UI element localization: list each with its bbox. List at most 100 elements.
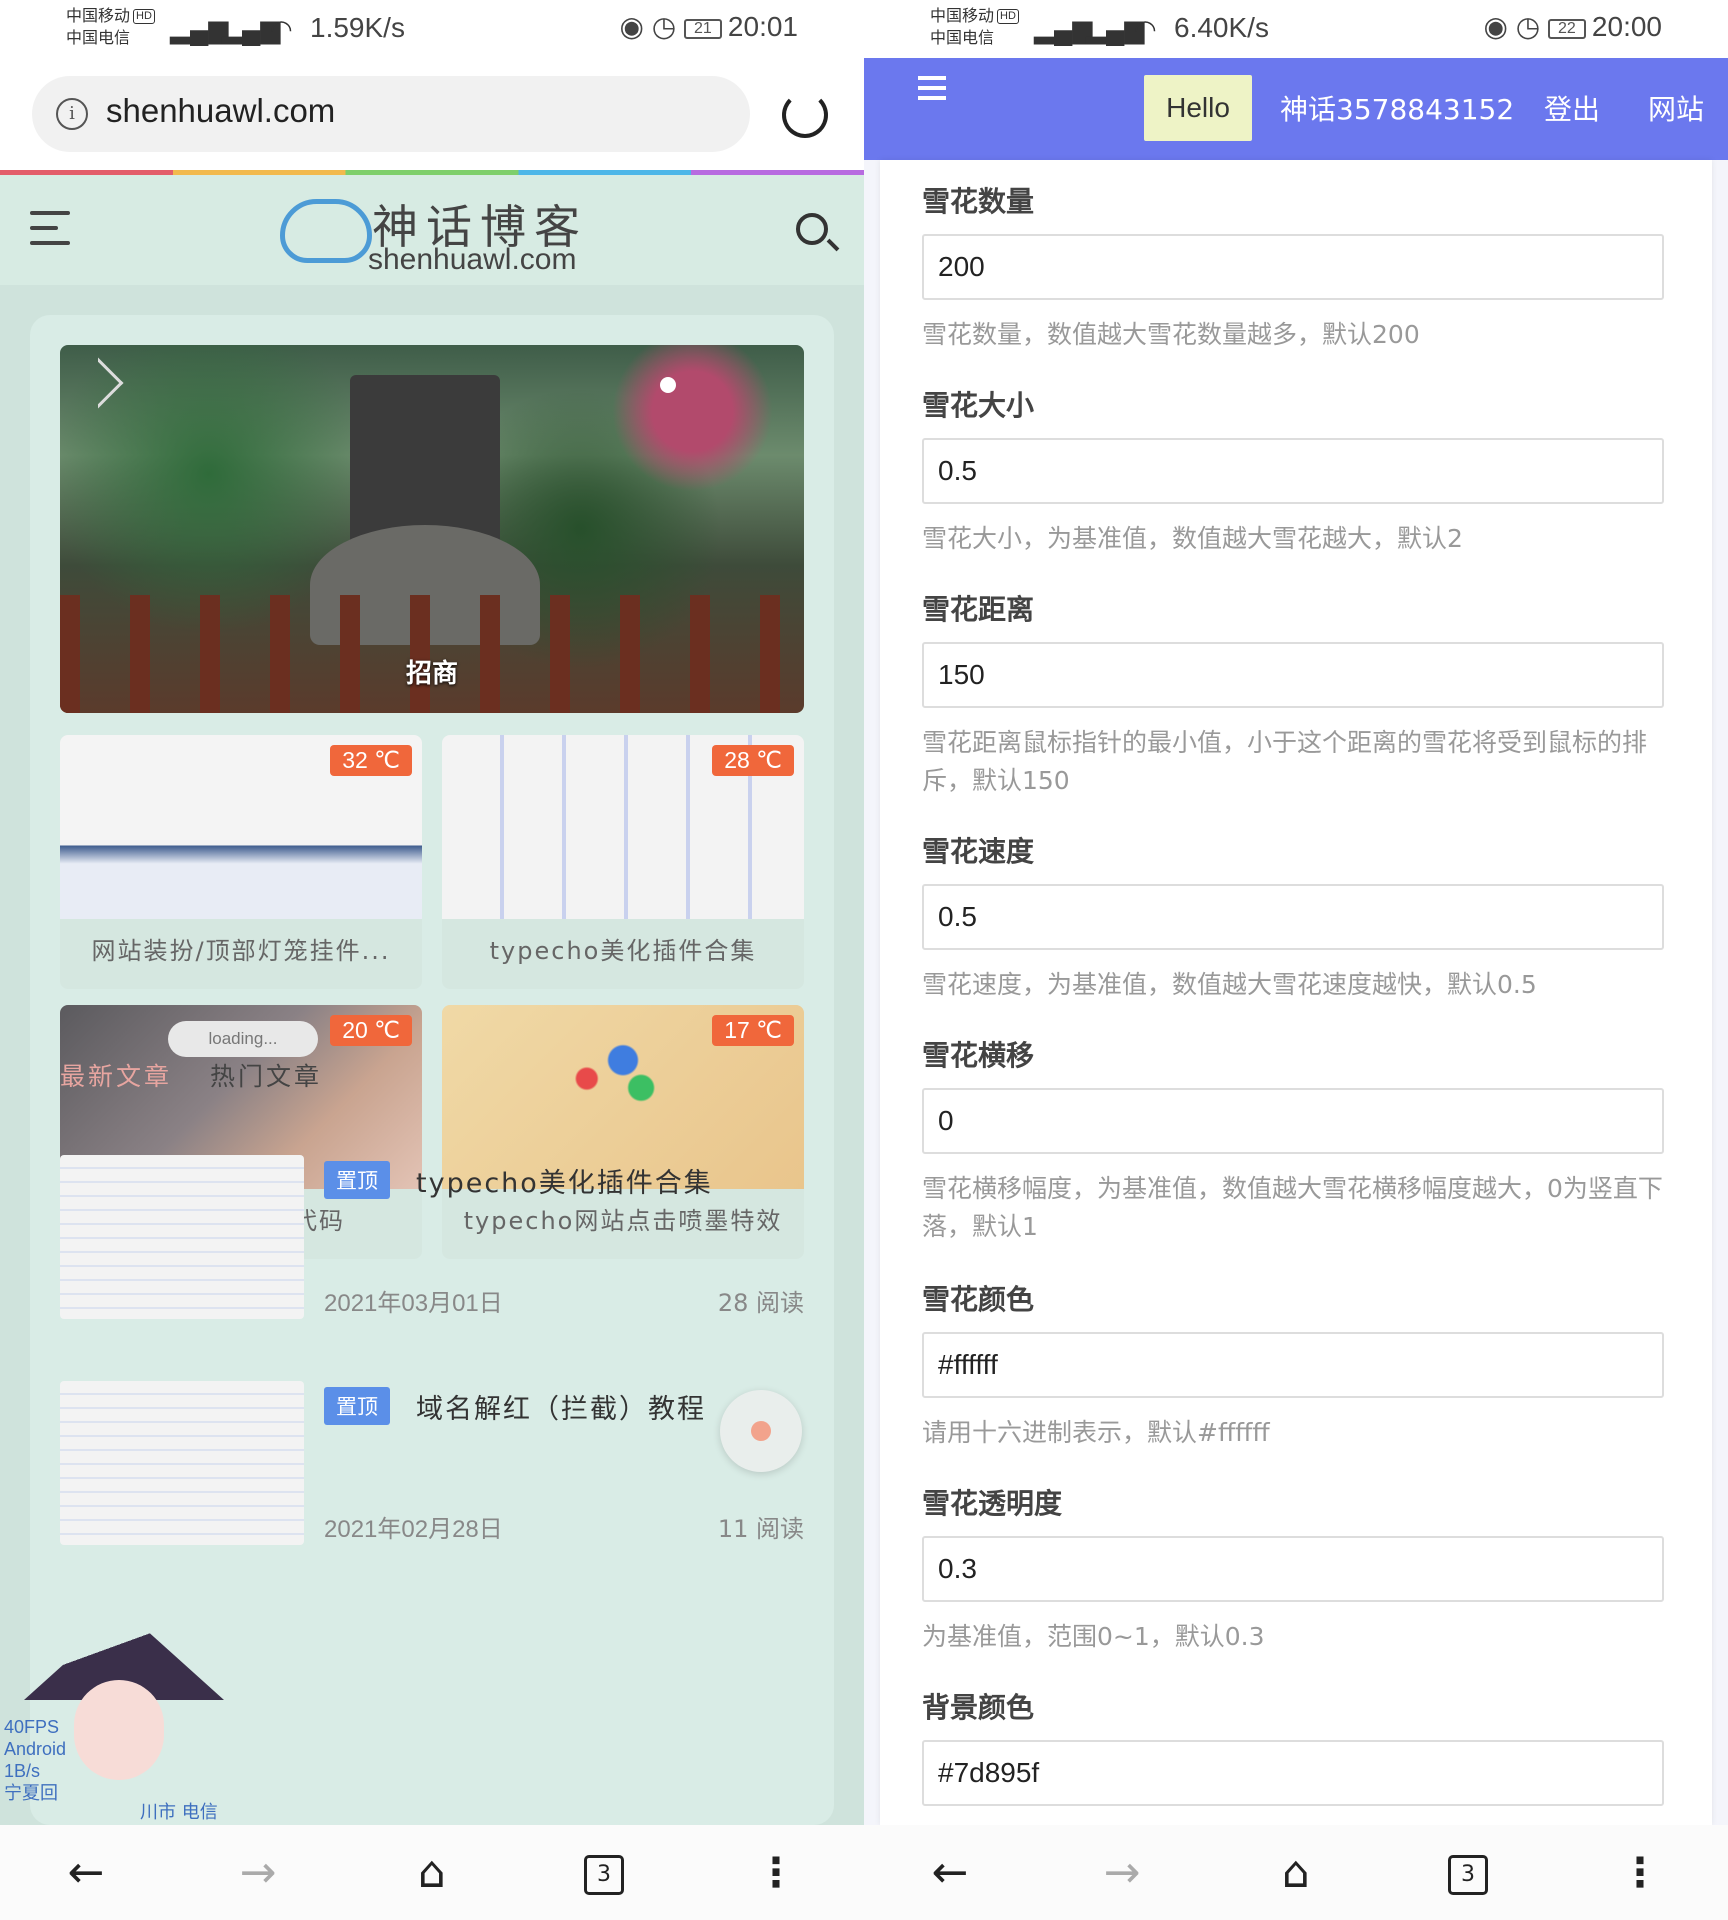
alarm-icon: ◷: [651, 11, 677, 42]
menu-icon[interactable]: [30, 211, 70, 256]
left-screenshot: 中国移动 HD 中国电信 ▂▄▆ ▂▄▆ ◠ 1.59K/s ◉ ◷ 21 20:0…: [0, 0, 864, 1920]
post-item[interactable]: 置顶 域名解红（拦截）教程 2021年02月28日 11 阅读: [60, 1381, 804, 1551]
user-link[interactable]: 神话3578843152: [1280, 88, 1514, 128]
post-date: 2021年03月01日: [324, 1290, 503, 1317]
snow-distance-input[interactable]: 150: [922, 642, 1664, 708]
background-color-input[interactable]: #7d895f: [922, 1740, 1664, 1806]
status-icons: ◉ ◷ 22 20:00: [1483, 10, 1662, 43]
field-help: 雪花速度，为基准值，数值越大雪花速度越快，默认0.5: [922, 970, 1537, 999]
content-card: 招商 32 ℃ 网站装扮/顶部灯笼挂件... 28 ℃ typecho美化插件合…: [30, 315, 834, 1825]
home-icon[interactable]: ⌂: [408, 1851, 456, 1899]
feature-tile[interactable]: 28 ℃ typecho美化插件合集: [442, 735, 804, 989]
hd-badge: HD: [133, 9, 155, 25]
floating-button[interactable]: [720, 1390, 802, 1472]
browser-nav: ← → ⌂ 3 ⋮: [0, 1825, 864, 1920]
carrier-1: 中国移动: [66, 8, 131, 25]
home-icon[interactable]: ⌂: [1272, 1851, 1320, 1899]
address-bar[interactable]: i shenhuawl.com: [32, 76, 750, 152]
temp-badge: 20 ℃: [330, 1015, 412, 1046]
field-label: 雪花横移: [922, 1039, 1035, 1072]
snow-speed-input[interactable]: 0.5: [922, 884, 1664, 950]
temp-badge: 32 ℃: [330, 745, 412, 776]
browser-nav: ← → ⌂ 3 ⋮: [864, 1825, 1728, 1920]
field-label: 雪花透明度: [922, 1487, 1063, 1520]
field-help: 为基准值，范围0~1，默认0.3: [922, 1622, 1265, 1651]
back-icon[interactable]: ←: [62, 1851, 110, 1899]
post-item[interactable]: 置顶 typecho美化插件合集 2021年03月01日 28 阅读: [60, 1155, 804, 1325]
banner-slide[interactable]: 招商: [60, 345, 804, 713]
wifi-icon: ◠: [270, 14, 293, 44]
logo-domain: shenhuawl.com: [368, 243, 577, 276]
visitor-info: 40FPS Android 1B/s 宁夏回: [4, 1716, 66, 1804]
field-label: 雪花大小: [922, 389, 1035, 422]
hello-button[interactable]: Hello: [1144, 75, 1252, 141]
eye-icon: ◉: [619, 11, 644, 42]
post-title[interactable]: 域名解红（拦截）教程: [416, 1387, 706, 1426]
more-icon[interactable]: ⋮: [1616, 1851, 1664, 1899]
net-speed: 6.40K/s: [1174, 12, 1269, 43]
post-thumb[interactable]: [60, 1155, 304, 1319]
post-date: 2021年02月28日: [324, 1516, 503, 1543]
clock: 20:01: [727, 11, 798, 42]
snow-count-input[interactable]: 200: [922, 234, 1664, 300]
field-label: 雪花速度: [922, 835, 1035, 868]
wifi-icon: ◠: [1134, 14, 1157, 44]
sun-icon: [751, 1421, 771, 1441]
info-icon[interactable]: i: [56, 98, 88, 130]
cloud-icon: [280, 199, 372, 263]
battery-icon: 22: [1547, 18, 1586, 39]
signal-icon: ▂▄▆: [1034, 14, 1093, 44]
tile-title: typecho美化插件合集: [489, 937, 757, 965]
tabs-icon[interactable]: 3: [584, 1855, 624, 1895]
field-help: 雪花大小，为基准值，数值越大雪花越大，默认2: [922, 524, 1463, 553]
menu-icon[interactable]: [918, 76, 946, 106]
search-icon[interactable]: [796, 213, 828, 245]
status-bar: 中国移动 HD 中国电信 ▂▄▆ ▂▄▆ ◠ 6.40K/s ◉ ◷ 22 20:0…: [864, 0, 1728, 58]
visitor-carrier: 川市 电信: [140, 1802, 218, 1823]
snow-size-input[interactable]: 0.5: [922, 438, 1664, 504]
snow-drift-input[interactable]: 0: [922, 1088, 1664, 1154]
site-body: 神话博客 shenhuawl.com 招商 32 ℃ 网站装扮/顶部灯笼挂件..…: [0, 175, 864, 1825]
site-header: 神话博客 shenhuawl.com: [0, 175, 864, 285]
url-text[interactable]: shenhuawl.com: [106, 92, 335, 130]
carrier-info: 中国移动 HD 中国电信: [66, 6, 155, 50]
post-title[interactable]: typecho美化插件合集: [416, 1161, 713, 1200]
tabs-icon[interactable]: 3: [1448, 1855, 1488, 1895]
location: 宁夏回: [4, 1783, 58, 1803]
forward-icon[interactable]: →: [1098, 1851, 1146, 1899]
temp-badge: 28 ℃: [712, 745, 794, 776]
carrier-1: 中国移动: [930, 8, 995, 25]
reload-icon[interactable]: [782, 92, 828, 138]
pinned-badge: 置顶: [324, 1387, 390, 1425]
tab-hot[interactable]: 热门文章: [210, 1057, 322, 1093]
alarm-icon: ◷: [1515, 11, 1541, 42]
post-thumb[interactable]: [60, 1381, 304, 1545]
eye-icon: ◉: [1483, 11, 1508, 42]
site-link[interactable]: 网站: [1648, 88, 1704, 128]
net-speed: 1.59K/s: [310, 12, 405, 43]
forward-icon[interactable]: →: [234, 1851, 282, 1899]
signal-icon: ▂▄▆: [170, 14, 229, 44]
fps-counter: 40FPS: [4, 1717, 60, 1737]
more-icon[interactable]: ⋮: [752, 1851, 800, 1899]
pinned-badge: 置顶: [324, 1161, 390, 1199]
feature-tile[interactable]: 32 ℃ 网站装扮/顶部灯笼挂件...: [60, 735, 422, 989]
logout-link[interactable]: 登出: [1544, 88, 1600, 128]
site-logo[interactable]: 神话博客 shenhuawl.com: [280, 189, 600, 279]
field-help: 雪花横移幅度，为基准值，数值越大雪花横移幅度越大，0为竖直下落，默认1: [922, 1174, 1663, 1241]
slide-indicator[interactable]: [660, 377, 676, 393]
tile-title: 网站装扮/顶部灯笼挂件...: [91, 937, 391, 965]
admin-topbar: Hello 神话3578843152 登出 网站: [864, 58, 1728, 160]
plugin-settings-form: 雪花数量 200 雪花数量，数值越大雪花数量越多，默认200 雪花大小 0.5 …: [880, 160, 1712, 1825]
snow-opacity-input[interactable]: 0.3: [922, 1536, 1664, 1602]
carrier-2: 中国电信: [66, 30, 131, 47]
right-screenshot: 中国移动 HD 中国电信 ▂▄▆ ▂▄▆ ◠ 6.40K/s ◉ ◷ 22 20:0…: [864, 0, 1728, 1920]
field-help: 雪花距离鼠标指针的最小值，小于这个距离的雪花将受到鼠标的排斥，默认150: [922, 728, 1648, 795]
shrine-image: [350, 375, 500, 545]
field-label: 背景颜色: [922, 1691, 1035, 1724]
back-icon[interactable]: ←: [926, 1851, 974, 1899]
status-icons: ◉ ◷ 21 20:01: [619, 10, 798, 43]
snow-color-input[interactable]: #ffffff: [922, 1332, 1664, 1398]
field-label: 雪花距离: [922, 593, 1035, 626]
tab-latest[interactable]: 最新文章: [60, 1057, 172, 1093]
